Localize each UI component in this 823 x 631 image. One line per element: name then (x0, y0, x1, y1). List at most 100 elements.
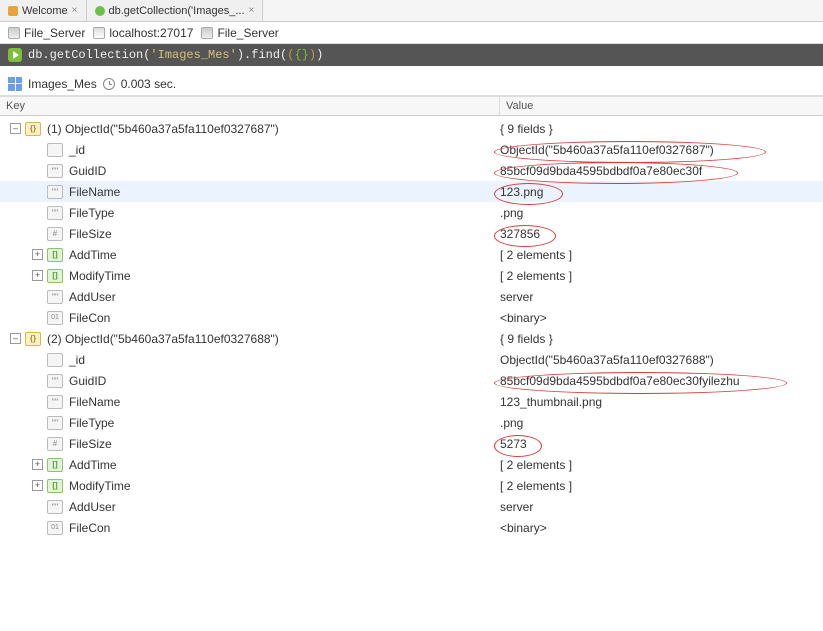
value-text: 123_thumbnail.png (500, 395, 823, 409)
database-icon (201, 27, 213, 39)
tree-row[interactable]: FileCon <binary> (0, 517, 823, 538)
key-text: (2) ObjectId("5b460a37a5fa110ef0327688") (47, 332, 279, 346)
server-icon (93, 27, 105, 39)
grid-icon (8, 77, 22, 91)
tree-row[interactable]: AddUser server (0, 286, 823, 307)
tree-row[interactable]: FileType .png (0, 202, 823, 223)
tree-row[interactable]: + ModifyTime [ 2 elements ] (0, 265, 823, 286)
oid-type-icon (47, 353, 63, 367)
tab-welcome[interactable]: Welcome × (0, 0, 87, 21)
arr-type-icon (47, 269, 63, 283)
tree-row[interactable]: GuidID 85bcf09d9bda4595bdbdf0a7e80ec30fyi… (0, 370, 823, 391)
tree-row[interactable]: GuidID 85bcf09d9bda4595bdbdf0a7e80ec30f (0, 160, 823, 181)
value-text: [ 2 elements ] (500, 458, 823, 472)
tree-row[interactable]: _id ObjectId("5b460a37a5fa110ef0327688") (0, 349, 823, 370)
value-text: 85bcf09d9bda4595bdbdf0a7e80ec30f (500, 164, 823, 178)
tree-row[interactable]: FileSize 5273 (0, 433, 823, 454)
str-type-icon (47, 500, 63, 514)
query-text[interactable]: db.getCollection('Images_Mes').find(({})… (28, 48, 323, 62)
query-icon (95, 6, 105, 16)
tab-label: Welcome (22, 5, 68, 17)
value-text: .png (500, 206, 823, 220)
tree-row[interactable]: FileType .png (0, 412, 823, 433)
query-bar: db.getCollection('Images_Mes').find(({})… (0, 44, 823, 66)
value-text: ObjectId("5b460a37a5fa110ef0327688") (500, 353, 823, 367)
tab-query[interactable]: db.getCollection('Images_... × (87, 0, 264, 21)
value-text: <binary> (500, 521, 823, 535)
key-text: (1) ObjectId("5b460a37a5fa110ef0327687") (47, 122, 279, 136)
bin-type-icon (47, 521, 63, 535)
key-text: GuidID (69, 164, 106, 178)
num-type-icon (47, 227, 63, 241)
key-text: GuidID (69, 374, 106, 388)
expand-icon[interactable]: + (32, 459, 43, 470)
arr-type-icon (47, 248, 63, 262)
tree-row[interactable]: FileName123_thumbnail.png (0, 391, 823, 412)
key-text: FileCon (69, 521, 110, 535)
value-text: 85bcf09d9bda4595bdbdf0a7e80ec30fyilezhu (500, 374, 823, 388)
value-text: .png (500, 416, 823, 430)
value-text: [ 2 elements ] (500, 269, 823, 283)
key-text: AddTime (69, 248, 117, 262)
key-text: _id (69, 353, 85, 367)
key-text: FileType (69, 206, 114, 220)
value-text: ObjectId("5b460a37a5fa110ef0327687") (500, 143, 823, 157)
obj-type-icon (25, 122, 41, 136)
result-tree: – (1) ObjectId("5b460a37a5fa110ef0327687"… (0, 116, 823, 540)
tree-row[interactable]: AddUserserver (0, 496, 823, 517)
key-text: AddUser (69, 290, 116, 304)
tree-row[interactable]: FileSize 327856 (0, 223, 823, 244)
tree-row[interactable]: + AddTime [ 2 elements ] (0, 454, 823, 475)
num-type-icon (47, 437, 63, 451)
str-type-icon (47, 395, 63, 409)
tree-row[interactable]: _id ObjectId("5b460a37a5fa110ef0327687") (0, 139, 823, 160)
str-type-icon (47, 164, 63, 178)
str-type-icon (47, 374, 63, 388)
run-icon[interactable] (8, 48, 22, 62)
editor-tabs: Welcome × db.getCollection('Images_... × (0, 0, 823, 22)
home-icon (8, 6, 18, 16)
str-type-icon (47, 290, 63, 304)
value-text: 5273 (500, 437, 823, 451)
collapse-icon[interactable]: – (10, 123, 21, 134)
key-text: ModifyTime (69, 269, 131, 283)
column-value-header[interactable]: Value (500, 97, 823, 115)
query-time: 0.003 sec. (121, 77, 176, 91)
key-text: FileType (69, 416, 114, 430)
breadcrumb-host[interactable]: localhost:27017 (93, 26, 193, 40)
key-text: _id (69, 143, 85, 157)
value-text: server (500, 290, 823, 304)
breadcrumb-db2[interactable]: File_Server (201, 26, 278, 40)
breadcrumb-db[interactable]: File_Server (8, 26, 85, 40)
close-icon[interactable]: × (72, 5, 78, 16)
tree-row[interactable]: – (1) ObjectId("5b460a37a5fa110ef0327687"… (0, 118, 823, 139)
key-text: FileName (69, 185, 120, 199)
value-text: 123.png (500, 185, 823, 199)
str-type-icon (47, 206, 63, 220)
str-type-icon (47, 185, 63, 199)
tree-row[interactable]: – (2) ObjectId("5b460a37a5fa110ef0327688"… (0, 328, 823, 349)
obj-type-icon (25, 332, 41, 346)
close-icon[interactable]: × (249, 5, 255, 16)
collapse-icon[interactable]: – (10, 333, 21, 344)
column-key-header[interactable]: Key (0, 97, 500, 115)
expand-icon[interactable]: + (32, 480, 43, 491)
clock-icon (103, 78, 115, 90)
tree-row[interactable]: FileCon<binary> (0, 307, 823, 328)
key-text: AddTime (69, 458, 117, 472)
oid-type-icon (47, 143, 63, 157)
breadcrumb: File_Server localhost:27017 File_Server (0, 22, 823, 44)
tree-row[interactable]: FileName 123.png (0, 181, 823, 202)
value-text: 327856 (500, 227, 823, 241)
value-text: server (500, 500, 823, 514)
key-text: FileCon (69, 311, 110, 325)
key-text: FileSize (69, 437, 112, 451)
expand-icon[interactable]: + (32, 249, 43, 260)
key-text: FileSize (69, 227, 112, 241)
expand-icon[interactable]: + (32, 270, 43, 281)
tree-row[interactable]: +ModifyTime[ 2 elements ] (0, 475, 823, 496)
value-text: { 9 fields } (500, 332, 823, 346)
value-text: { 9 fields } (500, 122, 823, 136)
tree-row[interactable]: +AddTime[ 2 elements ] (0, 244, 823, 265)
columns-header: Key Value (0, 96, 823, 116)
